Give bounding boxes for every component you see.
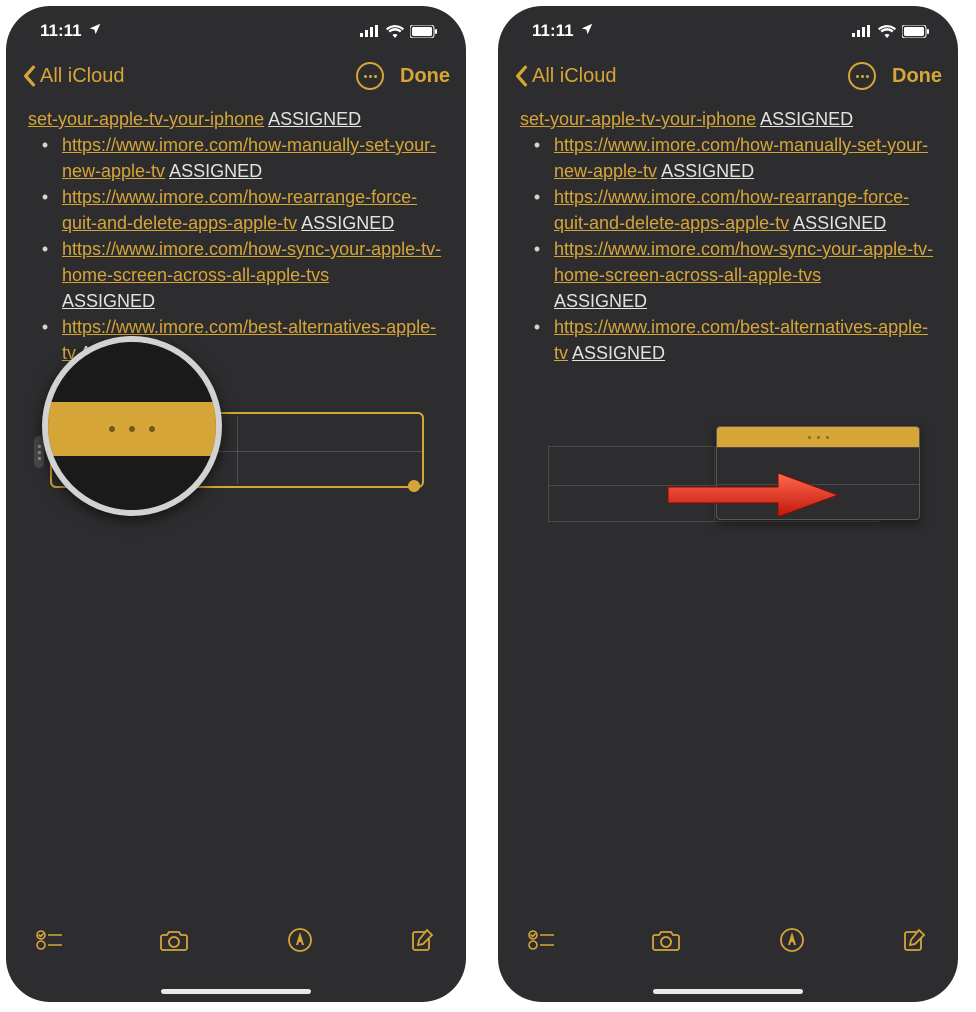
more-button[interactable] <box>356 62 384 90</box>
dragged-column[interactable] <box>716 426 920 520</box>
bullet: • <box>28 184 62 236</box>
assigned-tag: ASSIGNED <box>661 161 754 181</box>
battery-icon <box>410 25 438 38</box>
bullet: • <box>28 132 62 184</box>
checklist-button[interactable] <box>36 929 62 956</box>
note-link[interactable]: set-your-apple-tv-your-iphone <box>28 109 264 129</box>
back-button[interactable]: All iCloud <box>22 65 124 88</box>
notes-toolbar <box>498 912 958 972</box>
bullet: • <box>28 236 62 314</box>
markup-button[interactable] <box>779 927 805 958</box>
assigned-tag: ASSIGNED <box>554 291 647 311</box>
note-link[interactable]: https://www.imore.com/how-sync-your-appl… <box>62 239 441 285</box>
column-drag-handle[interactable] <box>717 427 919 447</box>
assigned-tag: ASSIGNED <box>62 291 155 311</box>
assigned-tag: ASSIGNED <box>572 343 665 363</box>
status-time: 11:11 <box>532 21 574 41</box>
checklist-button[interactable] <box>528 929 554 956</box>
home-indicator[interactable] <box>653 989 803 994</box>
location-icon <box>580 21 594 41</box>
back-label: All iCloud <box>532 65 616 88</box>
battery-icon <box>902 25 930 38</box>
selection-handle[interactable] <box>408 480 420 492</box>
status-bar: 11:11 <box>6 6 466 50</box>
phone-screenshot-right: 11:11 All iCloud Done <box>498 6 958 1002</box>
note-link[interactable]: set-your-apple-tv-your-iphone <box>520 109 756 129</box>
assigned-tag: ASSIGNED <box>169 161 262 181</box>
nav-bar: All iCloud Done <box>6 50 466 102</box>
compose-button[interactable] <box>902 927 928 958</box>
done-button[interactable]: Done <box>892 65 942 88</box>
column-drag-handle-zoomed <box>48 402 216 456</box>
wifi-icon <box>878 25 896 38</box>
note-content[interactable]: set-your-apple-tv-your-iphone ASSIGNED •… <box>498 102 958 522</box>
compose-button[interactable] <box>410 927 436 958</box>
assigned-tag: ASSIGNED <box>760 109 853 129</box>
cellular-icon <box>360 25 380 37</box>
assigned-tag: ASSIGNED <box>793 213 886 233</box>
assigned-tag: ASSIGNED <box>268 109 361 129</box>
notes-toolbar <box>6 912 466 972</box>
location-icon <box>88 21 102 41</box>
nav-bar: All iCloud Done <box>498 50 958 102</box>
bullet: • <box>520 132 554 184</box>
status-bar: 11:11 <box>498 6 958 50</box>
magnifier-callout <box>42 336 222 516</box>
home-indicator[interactable] <box>161 989 311 994</box>
assigned-tag: ASSIGNED <box>301 213 394 233</box>
bullet: • <box>520 314 554 366</box>
back-label: All iCloud <box>40 65 124 88</box>
more-button[interactable] <box>848 62 876 90</box>
camera-button[interactable] <box>159 928 189 957</box>
note-link[interactable]: https://www.imore.com/how-sync-your-appl… <box>554 239 933 285</box>
done-button[interactable]: Done <box>400 65 450 88</box>
back-button[interactable]: All iCloud <box>514 65 616 88</box>
note-table-dragging[interactable] <box>548 426 920 522</box>
markup-button[interactable] <box>287 927 313 958</box>
bullet: • <box>520 236 554 314</box>
phone-screenshot-left: 11:11 All iCloud Done <box>6 6 466 1002</box>
bullet: • <box>520 184 554 236</box>
status-time: 11:11 <box>40 21 82 41</box>
cellular-icon <box>852 25 872 37</box>
wifi-icon <box>386 25 404 38</box>
camera-button[interactable] <box>651 928 681 957</box>
